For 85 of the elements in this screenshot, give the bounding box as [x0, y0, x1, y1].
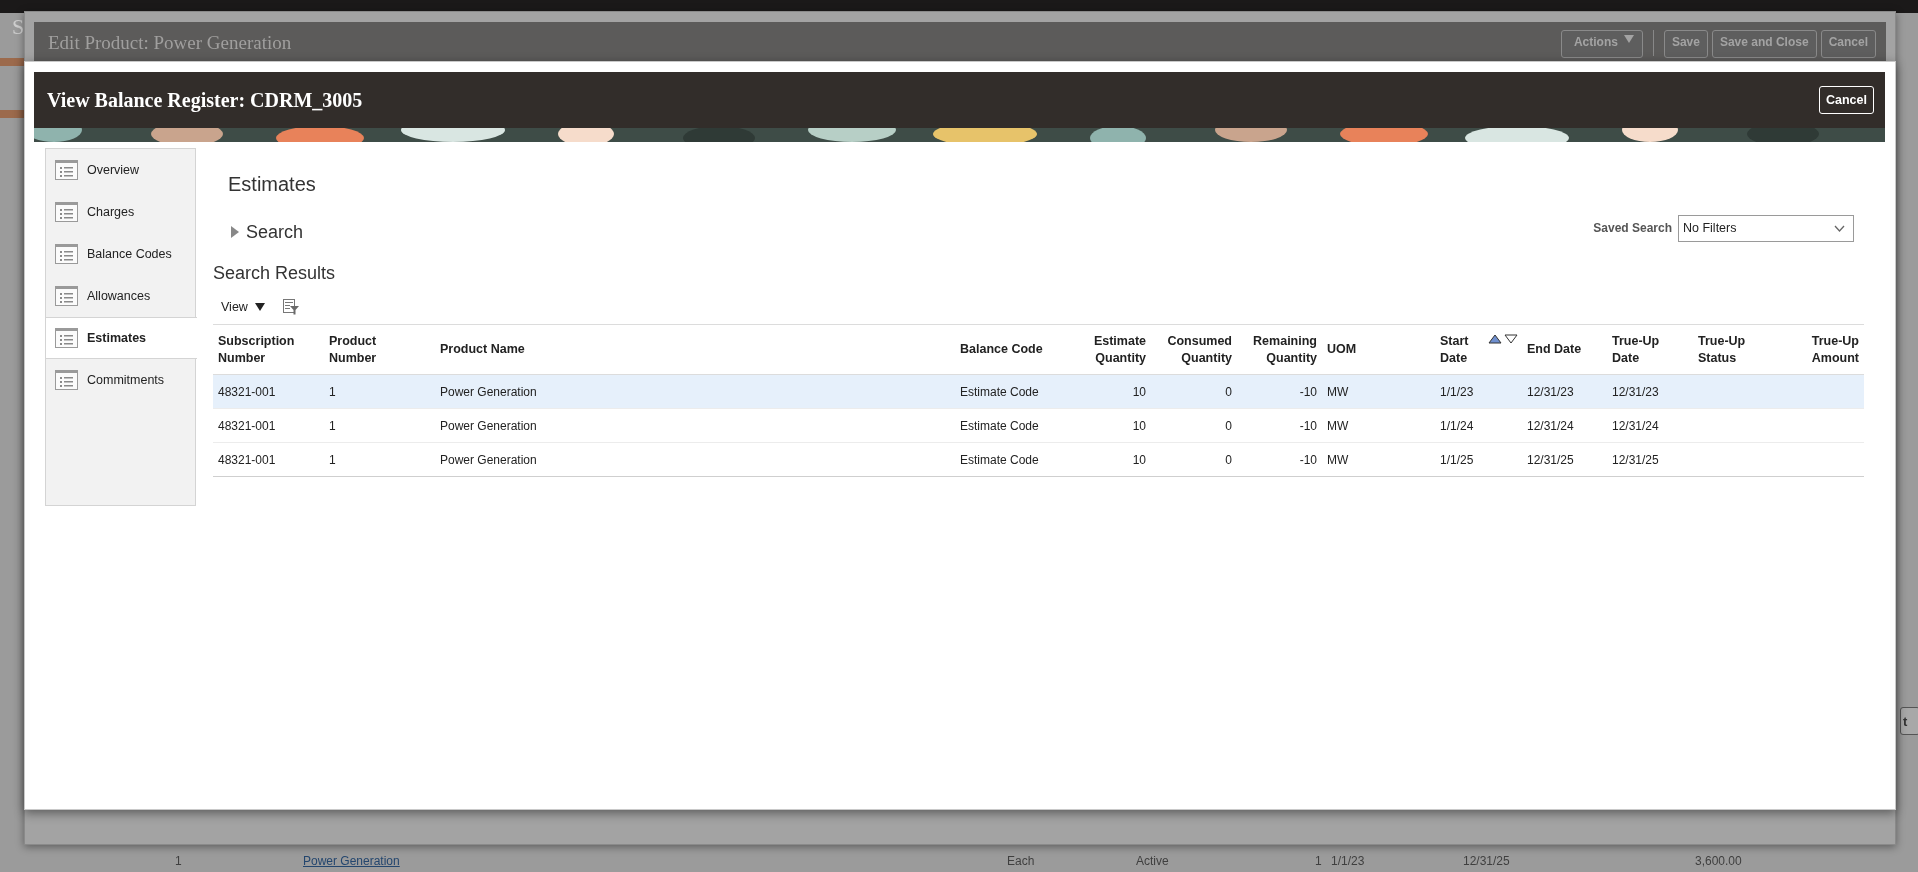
column-header[interactable]: Consumed Quantity: [1160, 332, 1232, 367]
dialog-title: Edit Product: Power Generation: [48, 32, 292, 54]
cancel-button[interactable]: Cancel: [1819, 86, 1874, 114]
list-icon: [55, 160, 78, 180]
dialog-title: View Balance Register: CDRM_3005: [47, 88, 363, 112]
column-header[interactable]: True-Up Date: [1612, 332, 1668, 367]
table-cell: 0: [1225, 418, 1232, 433]
list-icon: [55, 328, 78, 348]
table-cell: Power Generation: [440, 452, 537, 467]
caret-icon: [254, 303, 265, 311]
list-icon: [55, 370, 78, 390]
sidebar-item[interactable]: Charges: [46, 191, 196, 233]
table-cell: 10: [1132, 452, 1146, 467]
table-cell: 1: [329, 418, 336, 433]
table-cell: 1: [329, 452, 336, 467]
sidebar-item[interactable]: Balance Codes: [46, 233, 196, 275]
table-cell: 12/31/23: [1612, 384, 1659, 399]
header-stripe: [0, 110, 24, 118]
view-menu[interactable]: View: [221, 300, 265, 314]
table-cell: 0: [1225, 384, 1232, 399]
column-header[interactable]: Remaining Quantity: [1243, 332, 1317, 367]
table-cell: -10: [1299, 418, 1317, 433]
table-cell: 10: [1132, 418, 1146, 433]
table-cell: 12/31/23: [1527, 384, 1574, 399]
column-header[interactable]: End Date: [1527, 341, 1582, 358]
list-icon: [55, 244, 78, 264]
column-header[interactable]: Product Name: [440, 341, 525, 358]
table-cell: 1/1/24: [1440, 418, 1474, 433]
table-cell: 12/31/25: [1463, 854, 1510, 868]
column-header[interactable]: Product Number: [329, 332, 391, 367]
table-cell: 12/31/24: [1527, 418, 1574, 433]
column-header[interactable]: UOM: [1327, 341, 1357, 358]
table-cell: 1: [1315, 854, 1322, 868]
table-cell: 12/31/25: [1527, 452, 1574, 467]
header-stripe: [0, 58, 24, 66]
table-cell: 1: [175, 854, 182, 868]
table-cell: 12/31/25: [1612, 452, 1659, 467]
table-cell: -10: [1299, 384, 1317, 399]
table-cell: MW: [1327, 452, 1349, 467]
column-header[interactable]: Balance Code: [960, 341, 1043, 358]
table-cell: Power Generation: [440, 384, 537, 399]
product-link[interactable]: Power Generation: [303, 854, 400, 868]
column-header[interactable]: Subscription Number: [218, 332, 306, 367]
filter-icon[interactable]: [282, 299, 299, 315]
column-header[interactable]: True-Up Status: [1698, 332, 1754, 367]
table-cell: 0: [1225, 452, 1232, 467]
table-cell: 10: [1132, 384, 1146, 399]
table-cell: -10: [1299, 452, 1317, 467]
table-cell: 1/1/23: [1440, 384, 1474, 399]
table-cell: Estimate Code: [960, 384, 1039, 399]
chevron-down-icon: [1834, 224, 1845, 232]
sort-ascending-icon[interactable]: [1488, 334, 1502, 344]
list-icon: [55, 286, 78, 306]
table-cell: 1: [329, 384, 336, 399]
table-cell: 3,600.00: [1695, 854, 1742, 868]
sidebar-item[interactable]: Estimates: [46, 317, 197, 359]
column-header[interactable]: Estimate Quantity: [1084, 332, 1146, 367]
expand-icon: [231, 226, 239, 238]
sidebar-item[interactable]: Commitments: [46, 359, 196, 401]
table-cell: 1/1/23: [1331, 854, 1365, 868]
table-cell: Active: [1136, 854, 1169, 868]
table-cell: MW: [1327, 418, 1349, 433]
sidebar-item[interactable]: Overview: [46, 149, 196, 191]
table-cell: 48321-001: [218, 452, 276, 467]
section-heading: Search Results: [213, 262, 336, 284]
table-cell: 48321-001: [218, 384, 276, 399]
table-cell: 12/31/24: [1612, 418, 1659, 433]
search-toggle[interactable]: Search: [213, 220, 310, 244]
sidebar-item[interactable]: Allowances: [46, 275, 196, 317]
sort-descending-icon[interactable]: [1504, 334, 1518, 344]
table-cell: Power Generation: [440, 418, 537, 433]
column-header[interactable]: True-Up Amount: [1803, 332, 1859, 367]
field-label: Saved Search: [1593, 221, 1672, 235]
page-button[interactable]: t: [1900, 707, 1918, 735]
table-cell: 48321-001: [218, 418, 276, 433]
table-cell: Each: [1007, 854, 1035, 868]
page-heading: Estimates: [228, 173, 316, 196]
saved-search-dropdown[interactable]: No Filters: [1678, 214, 1854, 242]
list-icon: [55, 202, 78, 222]
table-cell: MW: [1327, 384, 1349, 399]
table-cell: 1/1/25: [1440, 452, 1474, 467]
column-header[interactable]: Start Date: [1440, 332, 1482, 367]
table-cell: Estimate Code: [960, 452, 1039, 467]
caret-icon: [1623, 35, 1634, 43]
table-cell: Estimate Code: [960, 418, 1039, 433]
